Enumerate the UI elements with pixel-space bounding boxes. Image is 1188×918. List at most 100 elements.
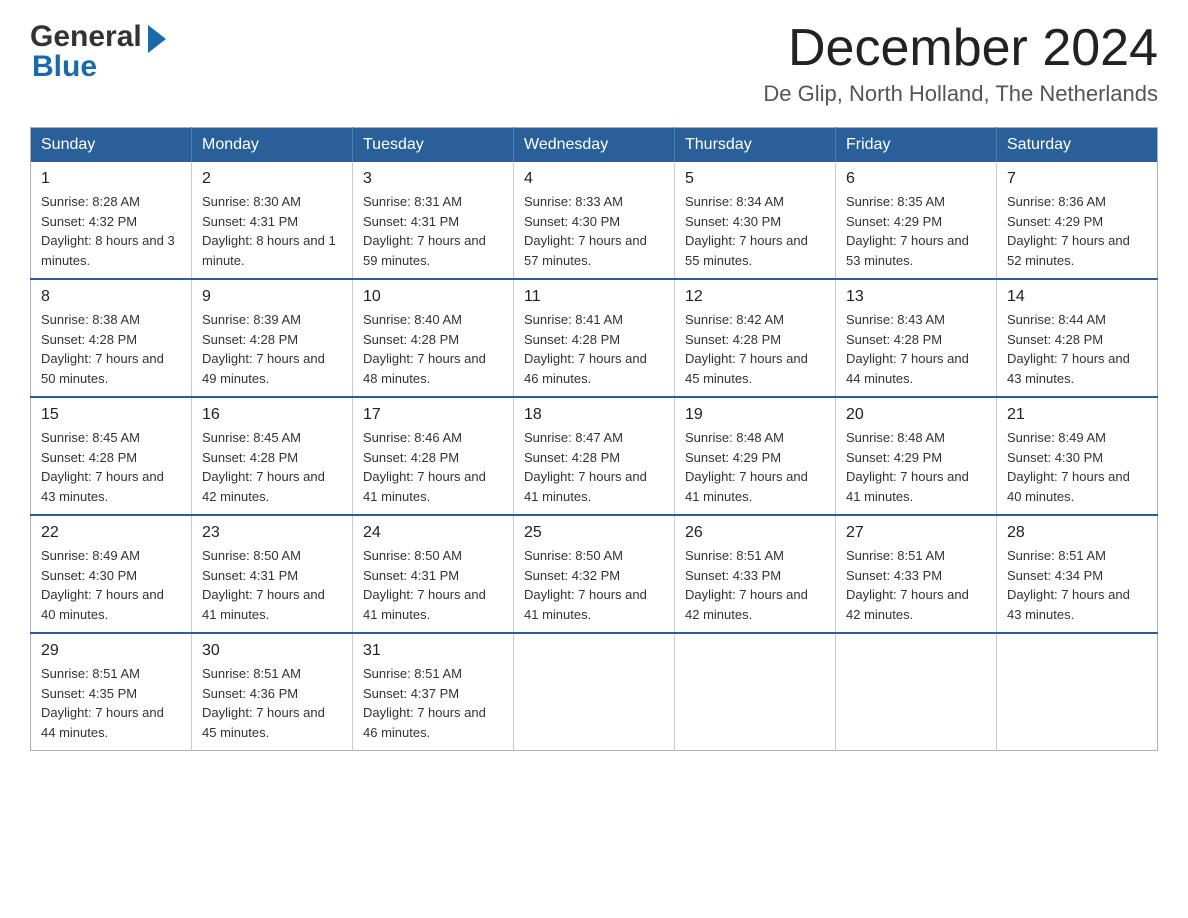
day-number: 20: [846, 406, 986, 424]
day-number: 31: [363, 642, 503, 660]
day-info: Sunrise: 8:41 AM Sunset: 4:28 PM Dayligh…: [524, 310, 664, 388]
logo-blue-text: Blue: [32, 50, 166, 84]
calendar-cell-week2-day3: 10 Sunrise: 8:40 AM Sunset: 4:28 PM Dayl…: [353, 279, 514, 397]
calendar-cell-week2-day4: 11 Sunrise: 8:41 AM Sunset: 4:28 PM Dayl…: [514, 279, 675, 397]
day-number: 10: [363, 288, 503, 306]
day-info: Sunrise: 8:44 AM Sunset: 4:28 PM Dayligh…: [1007, 310, 1147, 388]
calendar-cell-week2-day6: 13 Sunrise: 8:43 AM Sunset: 4:28 PM Dayl…: [836, 279, 997, 397]
day-number: 28: [1007, 524, 1147, 542]
day-number: 3: [363, 170, 503, 188]
col-header-sunday: Sunday: [31, 128, 192, 163]
calendar-cell-week3-day1: 15 Sunrise: 8:45 AM Sunset: 4:28 PM Dayl…: [31, 397, 192, 515]
calendar-cell-week3-day6: 20 Sunrise: 8:48 AM Sunset: 4:29 PM Dayl…: [836, 397, 997, 515]
day-info: Sunrise: 8:50 AM Sunset: 4:31 PM Dayligh…: [202, 546, 342, 624]
calendar-cell-week3-day5: 19 Sunrise: 8:48 AM Sunset: 4:29 PM Dayl…: [675, 397, 836, 515]
day-info: Sunrise: 8:43 AM Sunset: 4:28 PM Dayligh…: [846, 310, 986, 388]
title-section: December 2024 De Glip, North Holland, Th…: [763, 20, 1158, 107]
calendar-cell-week1-day6: 6 Sunrise: 8:35 AM Sunset: 4:29 PM Dayli…: [836, 162, 997, 279]
day-info: Sunrise: 8:38 AM Sunset: 4:28 PM Dayligh…: [41, 310, 181, 388]
day-info: Sunrise: 8:39 AM Sunset: 4:28 PM Dayligh…: [202, 310, 342, 388]
day-info: Sunrise: 8:50 AM Sunset: 4:32 PM Dayligh…: [524, 546, 664, 624]
calendar-cell-week3-day3: 17 Sunrise: 8:46 AM Sunset: 4:28 PM Dayl…: [353, 397, 514, 515]
calendar-cell-week3-day2: 16 Sunrise: 8:45 AM Sunset: 4:28 PM Dayl…: [192, 397, 353, 515]
day-number: 30: [202, 642, 342, 660]
calendar-cell-week4-day7: 28 Sunrise: 8:51 AM Sunset: 4:34 PM Dayl…: [997, 515, 1158, 633]
day-info: Sunrise: 8:51 AM Sunset: 4:37 PM Dayligh…: [363, 664, 503, 742]
month-title: December 2024: [763, 20, 1158, 77]
calendar-cell-week3-day7: 21 Sunrise: 8:49 AM Sunset: 4:30 PM Dayl…: [997, 397, 1158, 515]
logo: General Blue: [30, 20, 166, 84]
day-info: Sunrise: 8:51 AM Sunset: 4:35 PM Dayligh…: [41, 664, 181, 742]
day-number: 4: [524, 170, 664, 188]
day-info: Sunrise: 8:51 AM Sunset: 4:34 PM Dayligh…: [1007, 546, 1147, 624]
calendar-cell-week2-day1: 8 Sunrise: 8:38 AM Sunset: 4:28 PM Dayli…: [31, 279, 192, 397]
day-number: 26: [685, 524, 825, 542]
day-number: 1: [41, 170, 181, 188]
day-info: Sunrise: 8:40 AM Sunset: 4:28 PM Dayligh…: [363, 310, 503, 388]
calendar-cell-week1-day2: 2 Sunrise: 8:30 AM Sunset: 4:31 PM Dayli…: [192, 162, 353, 279]
calendar-week-4: 22 Sunrise: 8:49 AM Sunset: 4:30 PM Dayl…: [31, 515, 1158, 633]
calendar-week-3: 15 Sunrise: 8:45 AM Sunset: 4:28 PM Dayl…: [31, 397, 1158, 515]
calendar-cell-week1-day5: 5 Sunrise: 8:34 AM Sunset: 4:30 PM Dayli…: [675, 162, 836, 279]
day-info: Sunrise: 8:47 AM Sunset: 4:28 PM Dayligh…: [524, 428, 664, 506]
day-info: Sunrise: 8:51 AM Sunset: 4:33 PM Dayligh…: [685, 546, 825, 624]
day-number: 25: [524, 524, 664, 542]
calendar-week-2: 8 Sunrise: 8:38 AM Sunset: 4:28 PM Dayli…: [31, 279, 1158, 397]
day-number: 29: [41, 642, 181, 660]
calendar-cell-week5-day3: 31 Sunrise: 8:51 AM Sunset: 4:37 PM Dayl…: [353, 633, 514, 751]
day-info: Sunrise: 8:48 AM Sunset: 4:29 PM Dayligh…: [846, 428, 986, 506]
day-info: Sunrise: 8:30 AM Sunset: 4:31 PM Dayligh…: [202, 192, 342, 270]
calendar-cell-week4-day1: 22 Sunrise: 8:49 AM Sunset: 4:30 PM Dayl…: [31, 515, 192, 633]
day-number: 11: [524, 288, 664, 306]
calendar-cell-week3-day4: 18 Sunrise: 8:47 AM Sunset: 4:28 PM Dayl…: [514, 397, 675, 515]
day-number: 21: [1007, 406, 1147, 424]
calendar-cell-week5-day2: 30 Sunrise: 8:51 AM Sunset: 4:36 PM Dayl…: [192, 633, 353, 751]
day-info: Sunrise: 8:49 AM Sunset: 4:30 PM Dayligh…: [1007, 428, 1147, 506]
calendar-cell-week2-day7: 14 Sunrise: 8:44 AM Sunset: 4:28 PM Dayl…: [997, 279, 1158, 397]
calendar-cell-week5-day4: [514, 633, 675, 751]
col-header-tuesday: Tuesday: [353, 128, 514, 163]
calendar-cell-week2-day2: 9 Sunrise: 8:39 AM Sunset: 4:28 PM Dayli…: [192, 279, 353, 397]
calendar-cell-week4-day4: 25 Sunrise: 8:50 AM Sunset: 4:32 PM Dayl…: [514, 515, 675, 633]
day-info: Sunrise: 8:33 AM Sunset: 4:30 PM Dayligh…: [524, 192, 664, 270]
day-info: Sunrise: 8:50 AM Sunset: 4:31 PM Dayligh…: [363, 546, 503, 624]
calendar-cell-week5-day5: [675, 633, 836, 751]
day-info: Sunrise: 8:51 AM Sunset: 4:33 PM Dayligh…: [846, 546, 986, 624]
col-header-saturday: Saturday: [997, 128, 1158, 163]
calendar-cell-week5-day1: 29 Sunrise: 8:51 AM Sunset: 4:35 PM Dayl…: [31, 633, 192, 751]
day-number: 17: [363, 406, 503, 424]
calendar-cell-week5-day7: [997, 633, 1158, 751]
day-info: Sunrise: 8:51 AM Sunset: 4:36 PM Dayligh…: [202, 664, 342, 742]
calendar-header-row: Sunday Monday Tuesday Wednesday Thursday…: [31, 128, 1158, 163]
day-info: Sunrise: 8:35 AM Sunset: 4:29 PM Dayligh…: [846, 192, 986, 270]
col-header-wednesday: Wednesday: [514, 128, 675, 163]
day-info: Sunrise: 8:46 AM Sunset: 4:28 PM Dayligh…: [363, 428, 503, 506]
calendar-cell-week4-day5: 26 Sunrise: 8:51 AM Sunset: 4:33 PM Dayl…: [675, 515, 836, 633]
day-number: 19: [685, 406, 825, 424]
day-info: Sunrise: 8:31 AM Sunset: 4:31 PM Dayligh…: [363, 192, 503, 270]
logo-chevron-icon: [148, 25, 166, 53]
logo-general-text: General: [30, 20, 142, 54]
calendar-week-5: 29 Sunrise: 8:51 AM Sunset: 4:35 PM Dayl…: [31, 633, 1158, 751]
day-info: Sunrise: 8:49 AM Sunset: 4:30 PM Dayligh…: [41, 546, 181, 624]
day-info: Sunrise: 8:45 AM Sunset: 4:28 PM Dayligh…: [41, 428, 181, 506]
day-number: 8: [41, 288, 181, 306]
calendar-cell-week4-day2: 23 Sunrise: 8:50 AM Sunset: 4:31 PM Dayl…: [192, 515, 353, 633]
col-header-monday: Monday: [192, 128, 353, 163]
calendar-cell-week1-day3: 3 Sunrise: 8:31 AM Sunset: 4:31 PM Dayli…: [353, 162, 514, 279]
day-number: 22: [41, 524, 181, 542]
day-info: Sunrise: 8:36 AM Sunset: 4:29 PM Dayligh…: [1007, 192, 1147, 270]
day-number: 24: [363, 524, 503, 542]
calendar-week-1: 1 Sunrise: 8:28 AM Sunset: 4:32 PM Dayli…: [31, 162, 1158, 279]
day-number: 5: [685, 170, 825, 188]
day-info: Sunrise: 8:28 AM Sunset: 4:32 PM Dayligh…: [41, 192, 181, 270]
day-number: 12: [685, 288, 825, 306]
calendar-table: Sunday Monday Tuesday Wednesday Thursday…: [30, 127, 1158, 751]
page-header: General Blue December 2024 De Glip, Nort…: [30, 20, 1158, 107]
day-number: 2: [202, 170, 342, 188]
day-number: 23: [202, 524, 342, 542]
day-info: Sunrise: 8:45 AM Sunset: 4:28 PM Dayligh…: [202, 428, 342, 506]
day-info: Sunrise: 8:48 AM Sunset: 4:29 PM Dayligh…: [685, 428, 825, 506]
day-number: 9: [202, 288, 342, 306]
calendar-cell-week5-day6: [836, 633, 997, 751]
